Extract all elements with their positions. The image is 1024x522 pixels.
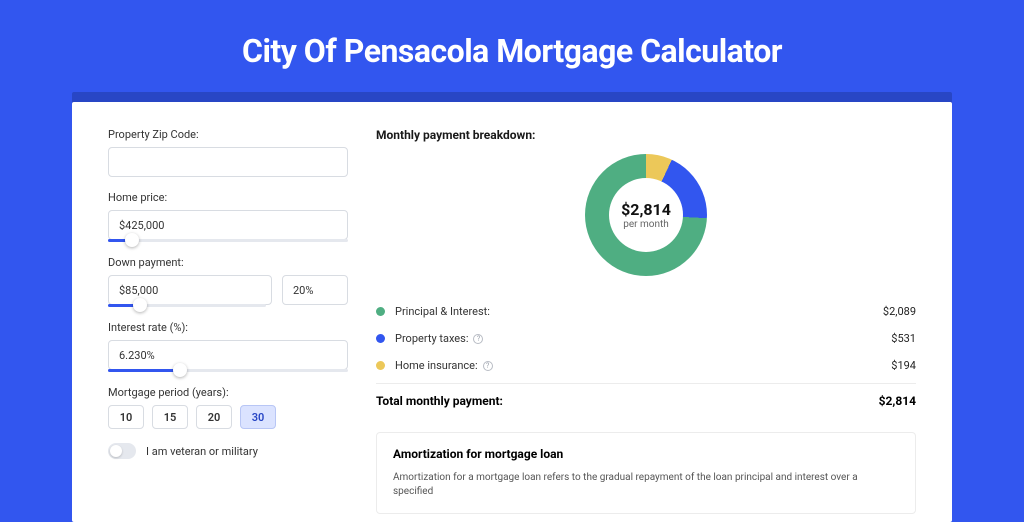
mortgage-period-field: Mortgage period (years): 10 15 20 30 — [108, 386, 348, 429]
home-price-field: Home price: — [108, 191, 348, 242]
dot-icon — [376, 334, 385, 343]
dot-icon — [376, 361, 385, 370]
period-30-button[interactable]: 30 — [240, 405, 276, 429]
veteran-label: I am veteran or military — [146, 445, 258, 458]
line-value: $531 — [891, 332, 916, 345]
home-price-slider[interactable] — [108, 239, 348, 242]
interest-rate-label: Interest rate (%): — [108, 321, 348, 334]
zip-label: Property Zip Code: — [108, 128, 348, 141]
calculator-card: Property Zip Code: Home price: Down paym… — [72, 102, 952, 522]
zip-input[interactable] — [108, 147, 348, 177]
interest-rate-field: Interest rate (%): — [108, 321, 348, 372]
line-principal-interest: Principal & Interest: $2,089 — [376, 298, 916, 325]
zip-field: Property Zip Code: — [108, 128, 348, 177]
page-title: City Of Pensacola Mortgage Calculator — [0, 0, 1024, 92]
inputs-panel: Property Zip Code: Home price: Down paym… — [108, 128, 348, 522]
line-value: $194 — [891, 359, 916, 372]
line-label: Home insurance: ? — [395, 359, 891, 372]
amortization-box: Amortization for mortgage loan Amortizat… — [376, 432, 916, 514]
results-panel: Monthly payment breakdown: $2,814 per mo… — [376, 128, 916, 522]
line-property-taxes: Property taxes: ? $531 — [376, 325, 916, 352]
total-value: $2,814 — [879, 394, 916, 408]
interest-rate-slider[interactable] — [108, 369, 348, 372]
home-price-slider-thumb[interactable] — [125, 233, 139, 247]
line-label: Property taxes: ? — [395, 332, 891, 345]
toggle-knob — [110, 445, 122, 457]
mortgage-period-buttons: 10 15 20 30 — [108, 405, 348, 429]
card-backdrop: Property Zip Code: Home price: Down paym… — [72, 92, 952, 522]
donut-center: $2,814 per month — [609, 178, 683, 252]
down-payment-slider-thumb[interactable] — [133, 298, 147, 312]
down-payment-pct-input[interactable] — [282, 275, 348, 305]
breakdown-title: Monthly payment breakdown: — [376, 128, 916, 142]
interest-rate-input[interactable] — [108, 340, 348, 370]
veteran-toggle-row: I am veteran or military — [108, 443, 348, 459]
period-15-button[interactable]: 15 — [152, 405, 188, 429]
amortization-text: Amortization for a mortgage loan refers … — [393, 471, 899, 499]
total-label: Total monthly payment: — [376, 394, 879, 408]
period-20-button[interactable]: 20 — [196, 405, 232, 429]
total-row: Total monthly payment: $2,814 — [376, 383, 916, 418]
donut-chart-wrap: $2,814 per month — [376, 154, 916, 276]
line-label: Principal & Interest: — [395, 305, 883, 318]
amortization-title: Amortization for mortgage loan — [393, 447, 899, 461]
info-icon[interactable]: ? — [483, 361, 493, 371]
mortgage-period-label: Mortgage period (years): — [108, 386, 348, 399]
donut-sub: per month — [623, 219, 669, 230]
dot-icon — [376, 307, 385, 316]
info-icon[interactable]: ? — [473, 334, 483, 344]
donut-chart: $2,814 per month — [585, 154, 707, 276]
line-home-insurance: Home insurance: ? $194 — [376, 352, 916, 379]
home-price-input[interactable] — [108, 210, 348, 240]
home-price-label: Home price: — [108, 191, 348, 204]
period-10-button[interactable]: 10 — [108, 405, 144, 429]
down-payment-slider[interactable] — [108, 304, 266, 307]
down-payment-label: Down payment: — [108, 256, 348, 269]
down-payment-field: Down payment: — [108, 256, 348, 307]
donut-amount: $2,814 — [621, 200, 671, 219]
line-value: $2,089 — [883, 305, 916, 318]
veteran-toggle[interactable] — [108, 443, 136, 459]
interest-rate-slider-thumb[interactable] — [173, 363, 187, 377]
